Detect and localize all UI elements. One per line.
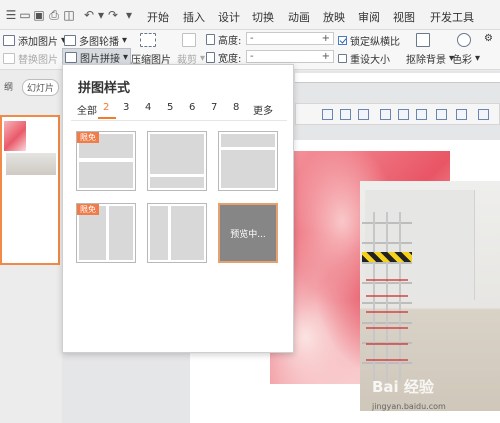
menu-view[interactable]: 视图 xyxy=(393,9,415,25)
replace-icon xyxy=(3,53,15,64)
more-align-icon[interactable] xyxy=(478,109,489,120)
thumbnail-image xyxy=(6,153,56,175)
hazard-stripe xyxy=(362,252,412,262)
width-input[interactable]: - + xyxy=(246,50,334,63)
tab-6[interactable]: 6 xyxy=(189,102,195,113)
menu-slideshow[interactable]: 放映 xyxy=(323,9,345,25)
collage-template-1[interactable]: 限免 xyxy=(76,131,136,191)
compress-icon xyxy=(140,33,156,47)
watermark-logo: Bai 经验 xyxy=(372,378,434,396)
reset-icon xyxy=(338,54,347,63)
multi-outline-button[interactable]: 多图轮播 ▾ xyxy=(64,33,127,48)
collage-template-3[interactable] xyxy=(218,131,278,191)
menu-insert[interactable]: 插入 xyxy=(183,9,205,25)
menu-icon[interactable]: ☰ xyxy=(4,8,18,22)
picture-icon xyxy=(3,35,15,46)
preview-icon[interactable]: ◫ xyxy=(62,8,76,22)
tab-4[interactable]: 4 xyxy=(145,102,151,113)
slide-thumbnail[interactable] xyxy=(0,115,60,265)
color-button[interactable]: 色彩 ▾ xyxy=(452,51,480,66)
menu-transition[interactable]: 切换 xyxy=(252,9,274,25)
carousel-icon xyxy=(64,35,76,46)
tab-outline[interactable]: 纲 xyxy=(0,79,17,94)
dropdown-title: 拼图样式 xyxy=(78,81,131,96)
free-badge: 限免 xyxy=(77,204,99,215)
tab-more[interactable]: 更多 xyxy=(253,102,273,117)
align-center-icon[interactable] xyxy=(340,109,351,120)
tab-2[interactable]: 2 xyxy=(103,102,109,113)
menu-design[interactable]: 设计 xyxy=(218,9,240,25)
collage-style-dropdown: 拼图样式 全部 2 3 4 5 6 限免 限免 预览中... 7 8 更多 xyxy=(62,64,294,353)
align-left-icon[interactable] xyxy=(322,109,333,120)
menu-developer[interactable]: 开发工具 xyxy=(430,9,474,25)
menu-home[interactable]: 开始 xyxy=(147,9,169,25)
align-toolbar xyxy=(295,103,500,125)
menu-bar: ☰ ▭ ▣ ⎙ ◫ ↶ ▾ ↷ ▾ 开始 插入 设计 切换 动画 放映 审阅 视… xyxy=(0,0,500,30)
collage-template-4[interactable]: 限免 xyxy=(76,203,136,263)
height-label: 高度: xyxy=(206,32,241,47)
width-label: 宽度: xyxy=(206,50,241,65)
remove-bg-icon xyxy=(416,33,430,47)
tab-7[interactable]: 7 xyxy=(211,102,217,113)
folder-icon[interactable]: ▭ xyxy=(18,8,32,22)
preview-label: 预览中... xyxy=(230,230,266,240)
free-badge: 限免 xyxy=(77,132,99,143)
tab-5[interactable]: 5 xyxy=(167,102,173,113)
redo-icon[interactable]: ↷ xyxy=(106,8,120,22)
add-picture-button[interactable]: 添加图片▾ xyxy=(3,33,66,48)
align-top-icon[interactable] xyxy=(380,109,391,120)
align-bottom-icon[interactable] xyxy=(416,109,427,120)
lock-ratio-checkbox[interactable]: 锁定纵横比 xyxy=(338,33,400,48)
tab-slides[interactable]: 幻灯片 xyxy=(22,79,60,96)
menu-animation[interactable]: 动画 xyxy=(288,9,310,25)
color-icon xyxy=(457,33,471,47)
plus-icon[interactable]: + xyxy=(322,51,330,62)
tab-3[interactable]: 3 xyxy=(123,102,129,113)
save-icon[interactable]: ▣ xyxy=(32,8,46,22)
collage-template-5[interactable] xyxy=(147,203,207,263)
pane-tabs: 纲 幻灯片 xyxy=(0,79,62,96)
collage-template-6-preview[interactable]: 预览中... xyxy=(218,203,278,263)
align-middle-icon[interactable] xyxy=(398,109,409,120)
distribute-h-icon[interactable] xyxy=(436,109,447,120)
crop-icon xyxy=(182,33,196,47)
checkbox-checked-icon xyxy=(338,36,347,45)
tab-all[interactable]: 全部 xyxy=(77,102,97,117)
reset-size-button[interactable]: 重设大小 xyxy=(338,51,390,66)
settings-icon[interactable]: ⚙ xyxy=(484,33,493,44)
height-icon xyxy=(206,34,215,45)
distribute-v-icon[interactable] xyxy=(456,109,467,120)
horizontal-ruler xyxy=(295,73,500,83)
menu-review[interactable]: 审阅 xyxy=(358,9,380,25)
align-right-icon[interactable] xyxy=(358,109,369,120)
divider xyxy=(71,120,287,121)
height-input[interactable]: - + xyxy=(246,32,334,45)
customize-icon[interactable]: ▾ xyxy=(122,8,136,22)
print-icon[interactable]: ⎙ xyxy=(47,8,61,22)
plus-icon[interactable]: + xyxy=(322,33,330,44)
remove-bg-button[interactable]: 抠除背景 ▾ xyxy=(406,51,454,66)
tab-8[interactable]: 8 xyxy=(233,102,239,113)
collage-icon xyxy=(65,52,77,63)
width-icon xyxy=(206,52,215,63)
slide-pane: 纲 幻灯片 xyxy=(0,71,62,423)
active-tab-indicator xyxy=(98,117,116,119)
thumbnail-image xyxy=(4,121,26,151)
watermark-url: jingyan.baidu.com xyxy=(372,402,446,411)
replace-picture-button[interactable]: 替换图片 xyxy=(3,51,58,66)
collage-template-2[interactable] xyxy=(147,131,207,191)
scaffold-red-bars xyxy=(366,275,408,375)
